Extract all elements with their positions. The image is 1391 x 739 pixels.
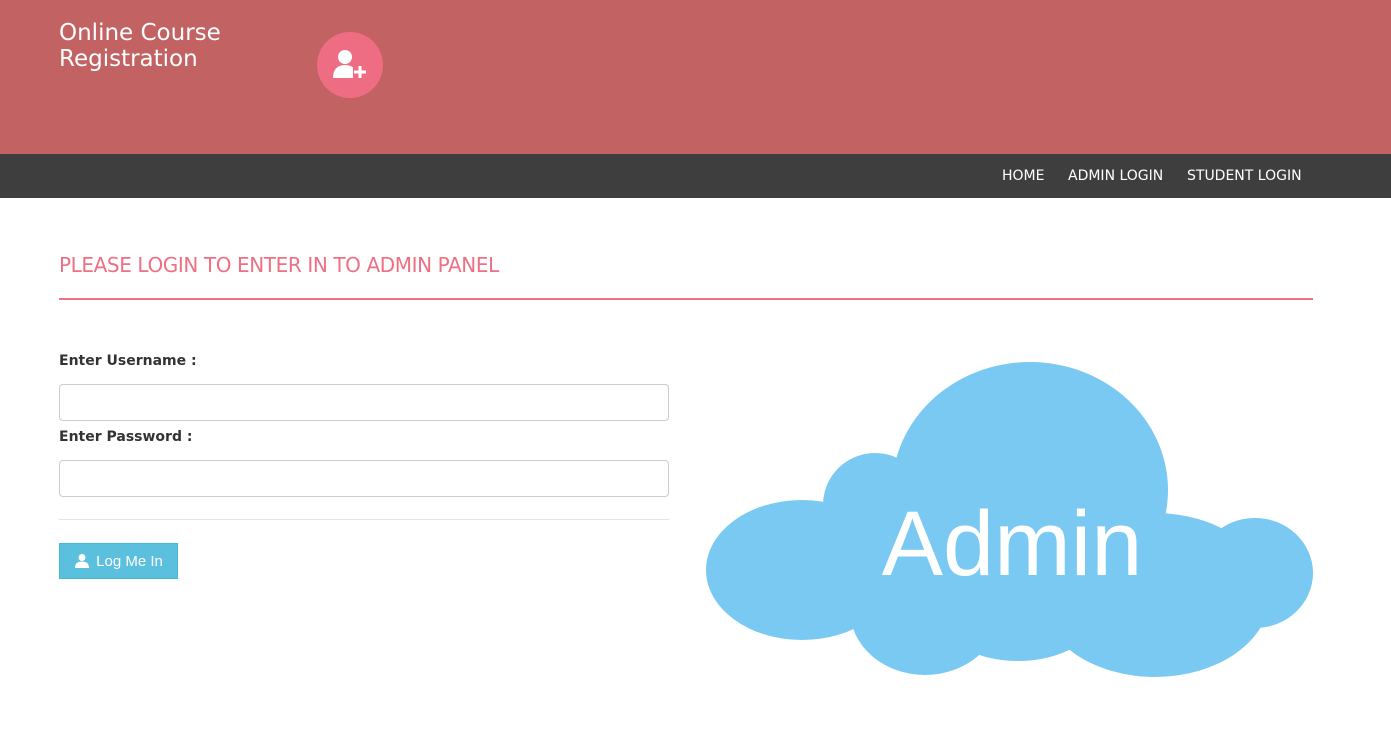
login-button-label: Log Me In [96, 552, 163, 570]
username-label: Enter Username : [59, 353, 197, 369]
nav-student-login[interactable]: STUDENT LOGIN [1187, 154, 1302, 198]
password-input[interactable] [59, 460, 669, 497]
nav-admin-login[interactable]: ADMIN LOGIN [1068, 154, 1163, 198]
logo-badge [317, 32, 383, 98]
user-plus-icon [333, 50, 367, 79]
user-icon [75, 554, 90, 568]
page-title: PLEASE LOGIN TO ENTER IN TO ADMIN PANEL [59, 253, 499, 277]
site-header: Online Course Registration [0, 0, 1391, 154]
nav-home[interactable]: HOME [1002, 154, 1044, 198]
admin-cloud-illustration: Admin [706, 362, 1313, 677]
username-input[interactable] [59, 384, 669, 421]
heading-divider [59, 298, 1313, 300]
form-divider [59, 519, 669, 520]
main-navbar: HOME ADMIN LOGIN STUDENT LOGIN [0, 154, 1391, 198]
login-button[interactable]: Log Me In [59, 543, 178, 579]
password-label: Enter Password : [59, 429, 193, 445]
site-brand-title[interactable]: Online Course Registration [59, 20, 259, 72]
admin-cloud-text: Admin [882, 493, 1143, 595]
